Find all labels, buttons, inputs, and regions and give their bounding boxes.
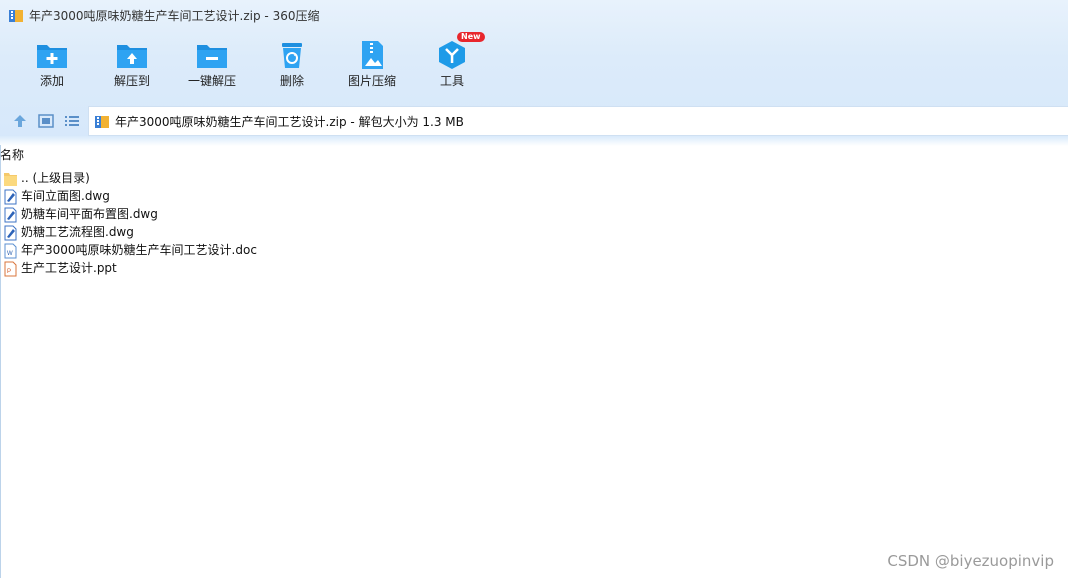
watermark: CSDN @biyezuopinvip: [887, 552, 1054, 570]
file-name: 奶糖车间平面布置图.dwg: [21, 207, 158, 221]
title-bar: 年产3000吨原味奶糖生产车间工艺设计.zip - 360压缩: [0, 0, 1068, 32]
extract-to-button[interactable]: 解压到: [92, 36, 172, 98]
file-list: .. (上级目录) 车间立面图.dwg 奶糖车间平面布置图.dwg 奶糖工艺流程…: [3, 170, 503, 278]
list-item[interactable]: 奶糖车间平面布置图.dwg: [3, 206, 503, 224]
add-icon: [37, 45, 67, 68]
add-button[interactable]: 添加: [12, 36, 92, 98]
one-click-extract-icon: [197, 45, 227, 68]
zip-archive-icon: [9, 10, 23, 22]
address-row: 年产3000吨原味奶糖生产车间工艺设计.zip - 解包大小为 1.3 MB: [0, 106, 1068, 136]
address-text: 年产3000吨原味奶糖生产车间工艺设计.zip - 解包大小为 1.3 MB: [115, 115, 464, 129]
file-name: .. (上级目录): [21, 171, 90, 185]
list-view-icon[interactable]: [64, 114, 80, 128]
thumbnail-view-icon[interactable]: [38, 114, 54, 128]
file-name: 奶糖工艺流程图.dwg: [21, 225, 134, 239]
doc-file-icon: W: [4, 243, 17, 259]
one-click-extract-label: 一键解压: [187, 74, 236, 88]
dwg-file-icon: [4, 189, 17, 205]
delete-label: 删除: [279, 74, 304, 88]
list-item[interactable]: W 年产3000吨原味奶糖生产车间工艺设计.doc: [3, 242, 503, 260]
image-compress-button[interactable]: 图片压缩: [332, 36, 412, 98]
new-badge: New: [457, 32, 485, 42]
file-name: 车间立面图.dwg: [21, 189, 110, 203]
file-name: 生产工艺设计.ppt: [21, 261, 117, 275]
ppt-file-icon: P: [4, 261, 17, 277]
one-click-extract-button[interactable]: 一键解压: [172, 36, 252, 98]
image-compress-icon: [362, 41, 383, 69]
recycle-bin-icon: [282, 43, 302, 68]
extract-folder-icon: [117, 45, 147, 68]
up-arrow-icon[interactable]: [12, 114, 28, 128]
tools-icon: [439, 41, 465, 69]
zip-archive-icon: [95, 116, 109, 128]
tools-label: 工具: [439, 74, 464, 88]
svg-text:P: P: [7, 269, 11, 275]
divider: [0, 145, 1, 578]
svg-text:W: W: [7, 251, 13, 257]
file-name: 年产3000吨原味奶糖生产车间工艺设计.doc: [21, 243, 257, 257]
list-item[interactable]: .. (上级目录): [3, 170, 503, 188]
image-compress-label: 图片压缩: [347, 74, 396, 88]
divider: [0, 136, 1068, 146]
list-item[interactable]: 奶糖工艺流程图.dwg: [3, 224, 503, 242]
list-item[interactable]: 车间立面图.dwg: [3, 188, 503, 206]
add-label: 添加: [39, 74, 64, 88]
tools-button[interactable]: New 工具: [412, 32, 492, 98]
window-chrome: 年产3000吨原味奶糖生产车间工艺设计.zip - 360压缩 添加 解压到 一…: [0, 0, 1068, 146]
toolbar: 添加 解压到 一键解压 删除 图片压缩 New 工具: [0, 32, 760, 100]
list-item[interactable]: P 生产工艺设计.ppt: [3, 260, 503, 278]
dwg-file-icon: [4, 207, 17, 223]
address-bar[interactable]: 年产3000吨原味奶糖生产车间工艺设计.zip - 解包大小为 1.3 MB: [88, 106, 1068, 136]
column-header-name[interactable]: 名称: [0, 148, 24, 162]
folder-icon: [4, 173, 17, 186]
window-title: 年产3000吨原味奶糖生产车间工艺设计.zip - 360压缩: [29, 9, 320, 23]
dwg-file-icon: [4, 225, 17, 241]
extract-to-label: 解压到: [113, 74, 150, 88]
delete-button[interactable]: 删除: [252, 36, 332, 98]
